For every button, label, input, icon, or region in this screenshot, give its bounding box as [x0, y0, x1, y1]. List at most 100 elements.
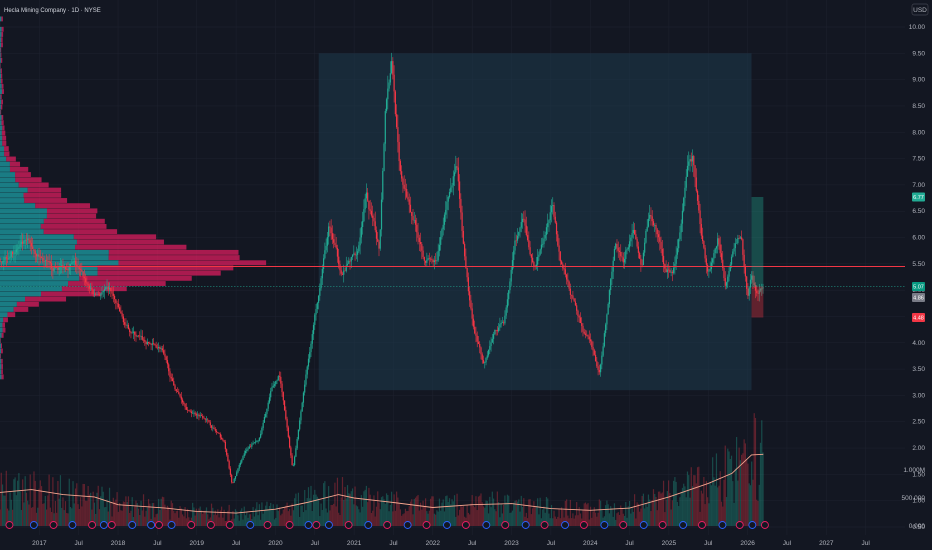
time-tick-label: 2024 [583, 540, 598, 547]
candle-body [137, 335, 140, 337]
volume-bar [336, 477, 339, 526]
candle-body [442, 224, 444, 230]
profile-bar-up [0, 32, 2, 37]
candle-body [319, 288, 321, 296]
candle-body [700, 224, 702, 236]
candle-body [273, 384, 276, 386]
volume-bar [204, 510, 206, 526]
candle-body [409, 204, 412, 212]
candle-body [54, 266, 57, 268]
candle-body [447, 197, 449, 202]
candle-body [93, 293, 96, 295]
stock-chart[interactable]: 0.501.001.502.002.503.003.504.004.505.00… [0, 0, 932, 550]
candle-body [383, 143, 385, 171]
candle-body [150, 343, 152, 345]
volume-bar [39, 480, 41, 526]
volume-bar [436, 510, 438, 526]
candle-body [242, 456, 244, 461]
candle-body [392, 61, 394, 75]
candle-body [413, 220, 415, 221]
candle-body [603, 333, 605, 347]
candle-body [86, 282, 88, 284]
volume-bar [552, 518, 554, 526]
volume-bar [574, 515, 577, 526]
candle-body [257, 440, 259, 442]
candle-body [198, 414, 200, 417]
volume-bar [708, 503, 710, 526]
candle-body [704, 247, 706, 259]
volume-bar [63, 510, 65, 526]
candle-body [134, 331, 136, 335]
candle-body [353, 253, 355, 255]
candle-body [363, 209, 365, 222]
candle-body [79, 268, 82, 270]
volume-bar [262, 513, 264, 526]
volume-bar [537, 498, 539, 526]
volume-bar [654, 493, 656, 526]
volume-bar [438, 498, 441, 526]
volume-bar [597, 512, 599, 526]
candle-body [281, 383, 283, 393]
profile-bar-up [0, 16, 2, 22]
volume-bar [86, 500, 88, 526]
profile-bar-down [1, 364, 4, 369]
candle-body [351, 254, 354, 257]
position-tool[interactable] [751, 197, 764, 318]
candle-body [592, 346, 594, 351]
volume-bar [550, 504, 553, 526]
profile-bar-down [0, 78, 3, 84]
volume-bar [354, 486, 356, 526]
profile-bar-down [2, 322, 6, 328]
candle-body [163, 350, 165, 354]
profile-bar-up [0, 99, 2, 105]
candle-body [258, 437, 260, 441]
time-axis-background [0, 537, 932, 550]
profile-bar-down [3, 146, 9, 152]
time-axis[interactable]: 2017 Jul 2018 Jul 2019 Jul 2020 Jul 2021 Jul 2022 J… [0, 537, 932, 550]
candle-body [228, 461, 230, 469]
profile-bar-up [0, 42, 2, 48]
candle-body [348, 260, 350, 264]
candle-body [3, 260, 5, 262]
candle-body [696, 190, 699, 201]
volume-bar [506, 494, 509, 526]
range-box[interactable] [318, 53, 752, 391]
volume-bar [295, 493, 297, 526]
candle-body [106, 286, 108, 288]
candle-body [344, 270, 346, 272]
candle-body [646, 226, 648, 231]
dividend-event-marker [285, 521, 294, 529]
candle-body [466, 267, 468, 278]
candle-body [452, 176, 454, 186]
volume-bar [756, 499, 758, 526]
candle-body [52, 268, 54, 271]
profile-bar-down [13, 307, 29, 312]
candle-body [13, 253, 15, 255]
volume-bar [441, 502, 443, 526]
candle-body [124, 322, 126, 325]
candle-body [365, 192, 368, 199]
profile-bar-up [0, 52, 1, 58]
candle-body [727, 276, 729, 283]
candle-body [558, 245, 560, 252]
profile-bar-down [24, 198, 68, 203]
volume-bar [746, 460, 748, 526]
candle-body [35, 254, 38, 257]
volume-bar [717, 487, 719, 526]
candle-body [369, 209, 371, 211]
volume-bar [24, 476, 26, 526]
volume-bar [499, 517, 501, 526]
volume-bar [197, 510, 199, 526]
candle-body [582, 325, 584, 332]
candle-body [56, 267, 58, 269]
candle-body [203, 417, 205, 419]
candle-body [63, 266, 65, 269]
volume-bar [738, 447, 740, 526]
volume-bar [368, 487, 370, 526]
candle-body [469, 291, 471, 301]
volume-bar [62, 497, 64, 526]
candle-body [418, 237, 420, 242]
candle-body [15, 249, 17, 253]
dividend-event-marker [49, 521, 58, 529]
volume-bar [1, 484, 4, 526]
